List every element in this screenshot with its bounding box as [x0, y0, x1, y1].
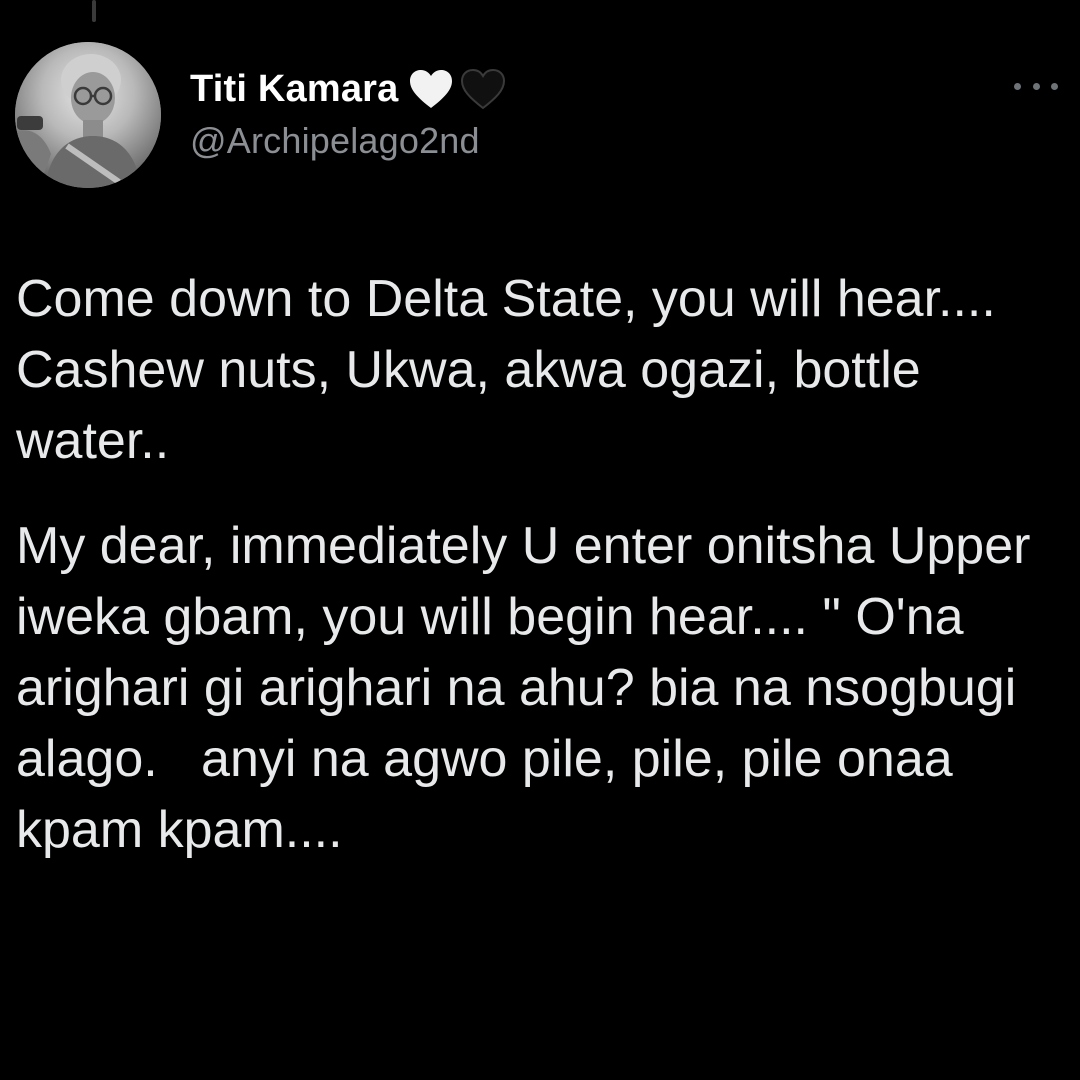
- tweet: Titi Kamara @Archipelago2nd Come down to…: [0, 0, 1080, 1080]
- avatar[interactable]: [15, 42, 161, 188]
- author-name-row: Titi Kamara: [190, 64, 506, 114]
- more-dot: [1051, 82, 1058, 90]
- author-display-name[interactable]: Titi Kamara: [190, 68, 398, 111]
- avatar-photo: [15, 42, 161, 188]
- tweet-paragraph: My dear, immediately U enter onitsha Upp…: [16, 517, 1045, 859]
- tweet-author: Titi Kamara @Archipelago2nd: [190, 64, 506, 162]
- tweet-text: Come down to Delta State, you will hear.…: [16, 264, 1066, 866]
- more-dot: [1014, 82, 1021, 90]
- more-dot: [1032, 82, 1040, 90]
- tweet-paragraph: Come down to Delta State, you will hear.…: [16, 270, 1011, 470]
- author-handle[interactable]: @Archipelago2nd: [190, 120, 506, 162]
- white-heart-icon: [408, 68, 454, 110]
- black-heart-icon: [460, 68, 506, 110]
- more-horizontal-icon[interactable]: [1014, 76, 1058, 96]
